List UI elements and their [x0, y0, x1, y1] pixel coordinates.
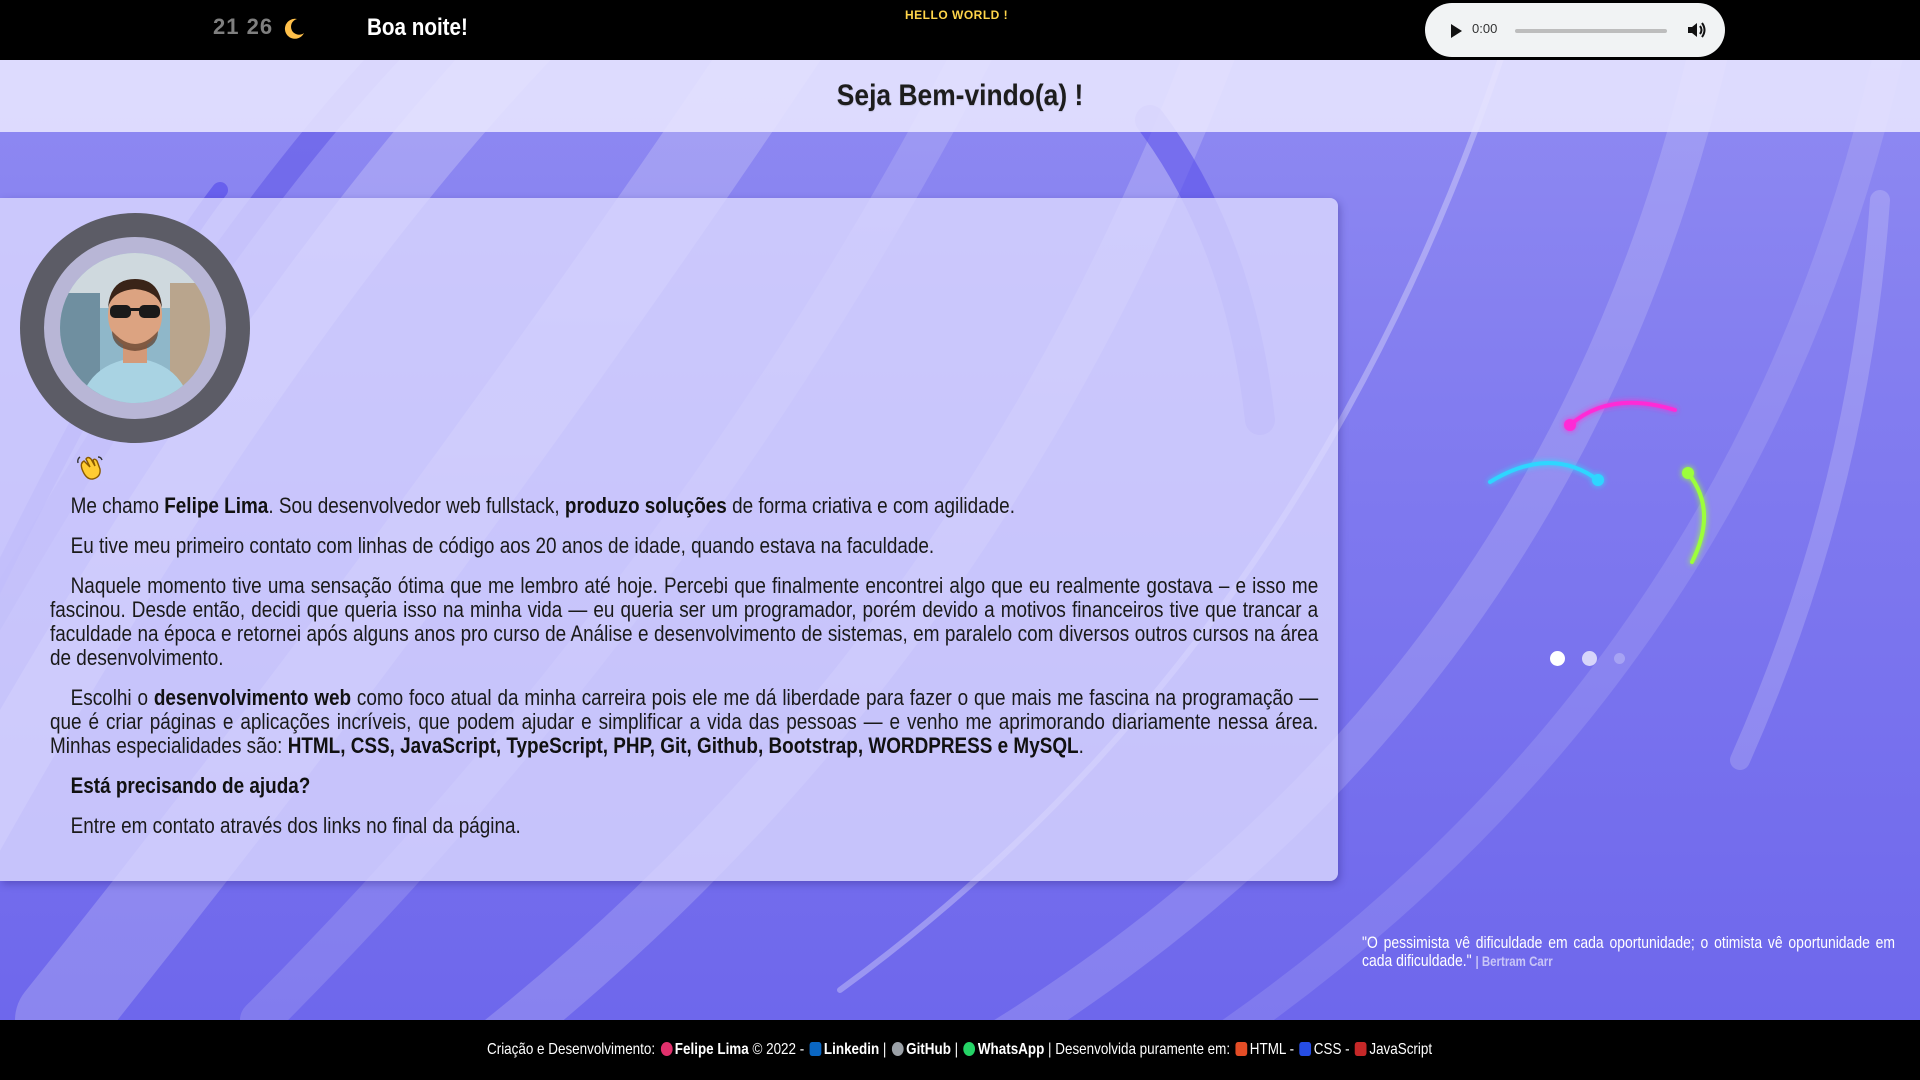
- css3-icon: [1299, 1042, 1312, 1056]
- hello-world-banner: HELLO WORLD !: [905, 8, 1009, 22]
- quote: "O pessimista vê dificuldade em cada opo…: [1362, 934, 1895, 970]
- avatar-photo: [60, 253, 210, 403]
- footer-whatsapp-link[interactable]: WhatsApp: [978, 1041, 1044, 1058]
- audio-time: 0:00: [1472, 21, 1498, 36]
- footer: Criação e Desenvolvimento: Felipe Lima ©…: [0, 1020, 1920, 1080]
- footer-github-link[interactable]: GitHub: [907, 1041, 952, 1058]
- bio-text: Me chamo Felipe Lima. Sou desenvolvedor …: [50, 494, 1318, 854]
- volume-icon[interactable]: [1687, 21, 1707, 39]
- javascript-icon: [1355, 1042, 1368, 1056]
- instagram-icon: [660, 1042, 673, 1056]
- footer-author-link[interactable]: Felipe Lima: [675, 1041, 749, 1058]
- page-title: Seja Bem-vindo(a) !: [836, 79, 1084, 112]
- audio-progress-bar[interactable]: [1515, 29, 1667, 33]
- greeting: Boa noite!: [367, 14, 468, 41]
- welcome-bar: Seja Bem-vindo(a) !: [0, 60, 1920, 132]
- audio-player[interactable]: 0:00: [1425, 3, 1725, 57]
- avatar-frame: [20, 213, 250, 443]
- main-section: Seja Bem-vindo(a) ! Me chamo Felipe Lima…: [0, 60, 1920, 1020]
- moon-icon: [284, 18, 304, 39]
- clock: 21 26: [213, 14, 274, 39]
- carousel-dot[interactable]: [1550, 651, 1565, 666]
- quote-author: | Bertram Carr: [1475, 953, 1553, 969]
- github-icon: [892, 1042, 905, 1056]
- play-icon[interactable]: [1449, 23, 1463, 39]
- waving-hand-icon: [77, 456, 103, 480]
- bio-contact-hint: Entre em contato através dos links no fi…: [70, 813, 521, 838]
- bio-help-question: Está precisando de ajuda?: [70, 773, 311, 798]
- bio-paragraph-story: Naquele momento tive uma sensação ótima …: [50, 573, 1319, 670]
- carousel-dot[interactable]: [1582, 651, 1597, 666]
- html5-icon: [1235, 1042, 1248, 1056]
- carousel-dot[interactable]: [1614, 653, 1625, 664]
- about-card: Me chamo Felipe Lima. Sou desenvolvedor …: [0, 198, 1338, 881]
- footer-credits: Criação e Desenvolvimento: Felipe Lima ©…: [487, 1041, 1433, 1058]
- footer-linkedin-link[interactable]: Linkedin: [824, 1041, 879, 1058]
- spinner-animation: [1488, 400, 1707, 564]
- avatar: [60, 253, 210, 403]
- bio-paragraph-first-contact: Eu tive meu primeiro contato com linhas …: [70, 533, 935, 558]
- top-bar: 21 26 Boa noite! HELLO WORLD ! 0:00: [0, 0, 1920, 60]
- linkedin-icon: [810, 1042, 822, 1056]
- bio-paragraph-intro: Me chamo Felipe Lima. Sou desenvolvedor …: [70, 493, 1015, 518]
- quote-text: "O pessimista vê dificuldade em cada opo…: [1362, 933, 1895, 970]
- bio-paragraph-career: Escolhi o desenvolvimento web como foco …: [50, 685, 1319, 758]
- whatsapp-icon: [964, 1042, 976, 1056]
